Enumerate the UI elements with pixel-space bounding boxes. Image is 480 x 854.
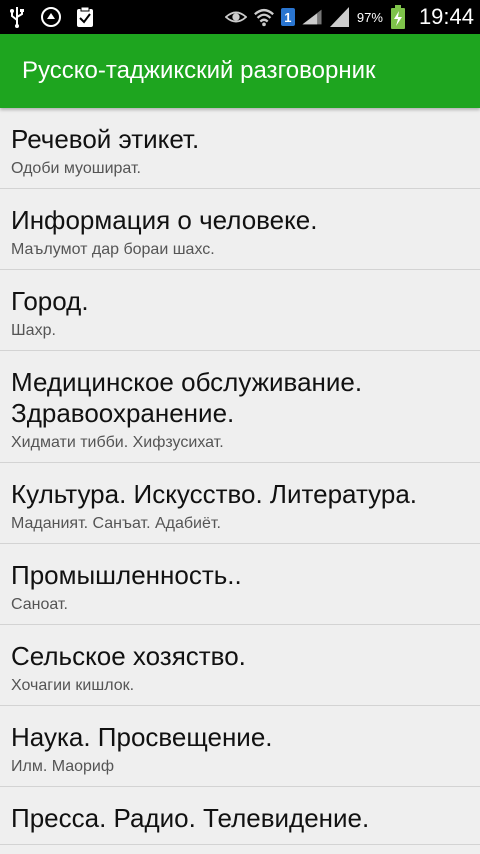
list-item-title: Пресса. Радио. Телевидение.: [11, 803, 370, 833]
topic-list: Речевой этикет. Одоби муошират. Информация…: [0, 108, 480, 845]
clipboard-icon: [74, 6, 96, 28]
list-item-title: Культура. Искусство. Литература.: [11, 479, 417, 509]
list-item-title: Город.: [11, 286, 89, 316]
list-item-subtitle: Хидмати тибби. Хифзусихат.: [11, 434, 224, 451]
list-item-subtitle: Маданият. Санъат. Адабиёт.: [11, 515, 221, 532]
list-item-subtitle: Илм. Маориф: [11, 758, 115, 775]
eye-icon: [224, 6, 247, 28]
list-item[interactable]: Наука. Просвещение. Илм. Маориф: [0, 706, 480, 787]
list-item-subtitle: Шахр.: [11, 322, 56, 339]
list-item[interactable]: Речевой этикет. Одоби муошират.: [0, 108, 480, 189]
list-item[interactable]: Информация о человеке. Маълумот дар бораи…: [0, 189, 480, 270]
battery-icon: [387, 5, 409, 29]
list-item-title: Речевой этикет.: [11, 124, 200, 154]
list-item-subtitle: Маълумот дар бораи шахс.: [11, 241, 215, 258]
list-item-title: Промышленность..: [11, 560, 242, 590]
usb-icon: [6, 6, 28, 28]
app-bar: Русско-таджикский разговорник: [0, 34, 480, 108]
list-item-title: Медицинское обслуживание. Здравоохранени…: [11, 367, 363, 428]
wifi-icon: [253, 6, 275, 28]
list-item-subtitle: Одоби муошират.: [11, 160, 141, 177]
status-bar: 1 97% 19:44: [0, 0, 480, 34]
list-item[interactable]: Сельское хозяство. Хочагии кишлок.: [0, 625, 480, 706]
list-item[interactable]: Культура. Искусство. Литература. Маданият…: [0, 463, 480, 544]
app-title: Русско-таджикский разговорник: [22, 57, 376, 84]
signal-icon: [301, 6, 323, 28]
list-item[interactable]: Город. Шахр.: [0, 270, 480, 351]
list-item-title: Информация о человеке.: [11, 205, 318, 235]
list-item[interactable]: Промышленность.. Саноат.: [0, 544, 480, 625]
list-item-title: Наука. Просвещение.: [11, 722, 273, 752]
clock: 19:44: [418, 4, 474, 29]
list-item[interactable]: Пресса. Радио. Телевидение.: [0, 787, 480, 845]
list-item-subtitle: Саноат.: [11, 596, 68, 613]
battery-percent: 97%: [356, 9, 383, 25]
sim-number-badge: 1: [280, 8, 295, 26]
list-item-title: Сельское хозяство.: [11, 641, 246, 671]
sync-icon: [40, 6, 62, 28]
signal-icon-2: [329, 6, 351, 28]
list-item[interactable]: Медицинское обслуживание. Здравоохранени…: [0, 351, 480, 463]
list-item-subtitle: Хочагии кишлок.: [11, 677, 135, 694]
